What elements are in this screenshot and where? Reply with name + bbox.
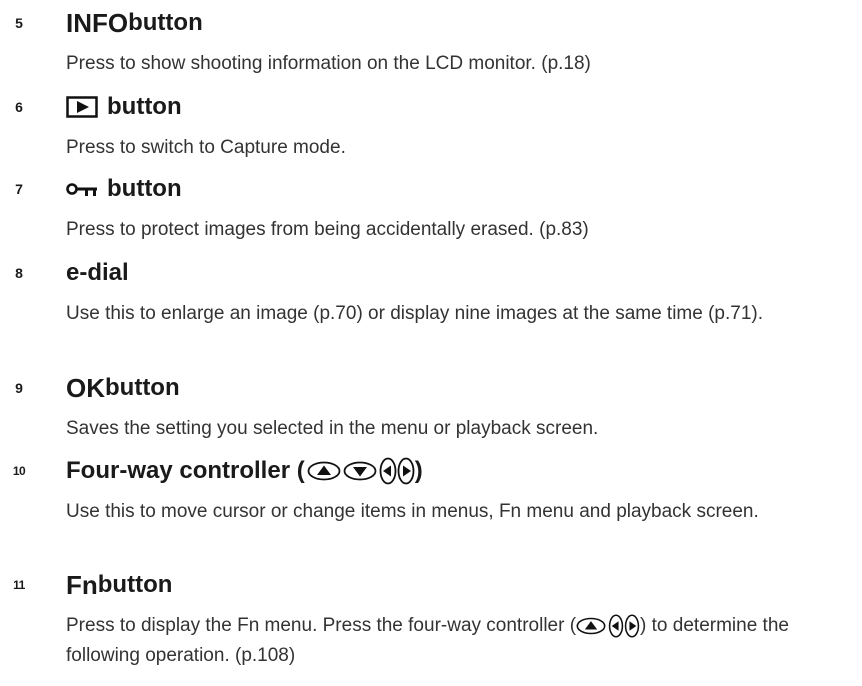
item-number: 5	[15, 15, 23, 31]
up-arrow-icon	[576, 617, 606, 635]
up-arrow-icon	[307, 461, 341, 481]
item-title: button	[66, 91, 182, 123]
item-number: 9	[15, 380, 23, 396]
title-keyword: INFO	[66, 7, 129, 38]
item-description: Press to show shooting information on th…	[66, 53, 591, 74]
item-description: Use this to move cursor or change items …	[66, 501, 759, 522]
description-text: Press to display the Fn menu. Press the …	[66, 615, 577, 636]
item-title: INFO button	[66, 7, 203, 39]
item-number: 8	[15, 265, 23, 281]
item-number: 6	[15, 99, 23, 115]
title-text: Four-way controller (	[66, 457, 305, 484]
item-title: Four-way controller ( )	[66, 455, 423, 487]
left-arrow-icon	[608, 614, 624, 638]
item-description: Use this to enlarge an image (p.70) or d…	[66, 303, 764, 324]
title-text: button	[107, 175, 182, 202]
right-arrow-icon	[397, 457, 415, 485]
title-keyword: Fn	[66, 569, 98, 600]
item-title: button	[66, 173, 182, 205]
item-title: Fn button	[66, 569, 172, 601]
title-text: button	[128, 9, 203, 36]
title-keyword: OK	[66, 372, 105, 403]
item-number: 7	[15, 181, 23, 197]
title-text: button	[107, 93, 182, 120]
right-arrow-icon	[624, 614, 640, 638]
title-text: button	[97, 571, 173, 598]
title-text-close: )	[414, 457, 423, 484]
item-number: 11	[13, 578, 25, 592]
item-title: e-dial	[66, 257, 129, 289]
down-arrow-icon	[343, 461, 377, 481]
protect-key-icon	[66, 183, 97, 196]
item-description: Saves the setting you selected in the me…	[66, 418, 599, 439]
left-arrow-icon	[379, 457, 397, 485]
item-number: 10	[12, 464, 26, 478]
title-text: button	[105, 374, 180, 401]
item-description: Press to display the Fn menu. Press the …	[66, 611, 856, 671]
item-title: OK button	[66, 372, 180, 404]
title-text: e-dial	[66, 259, 129, 286]
item-description: Press to protect images from being accid…	[66, 219, 589, 240]
playback-icon	[66, 96, 98, 118]
item-description: Press to switch to Capture mode.	[66, 137, 346, 158]
